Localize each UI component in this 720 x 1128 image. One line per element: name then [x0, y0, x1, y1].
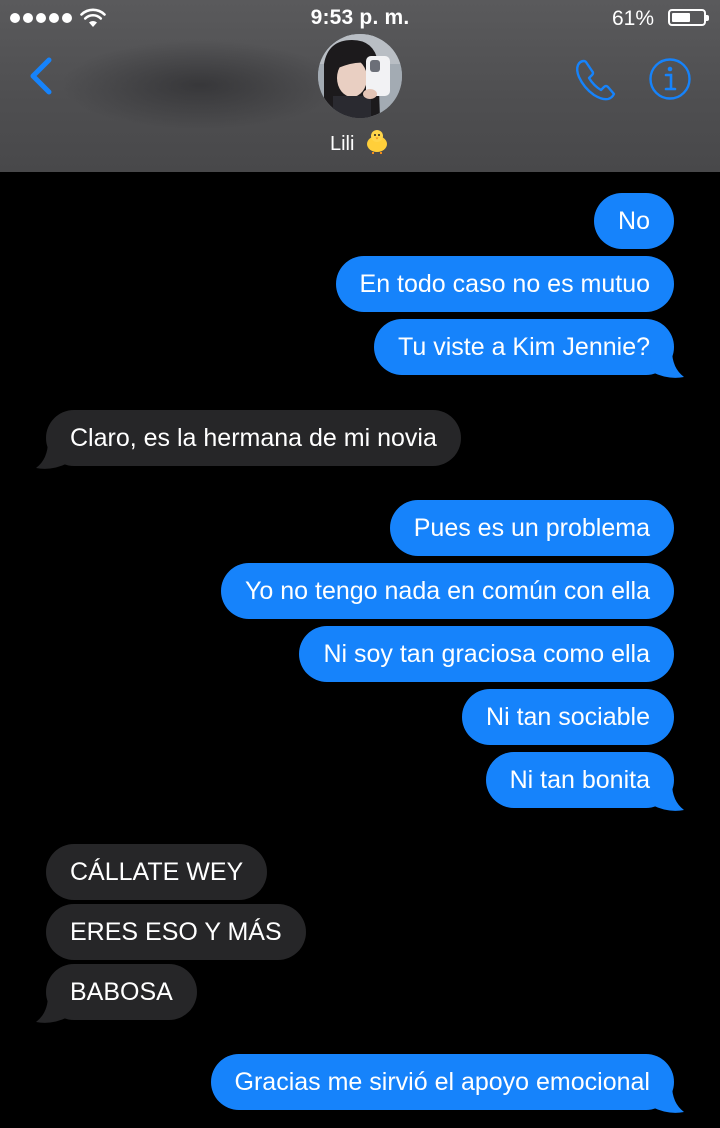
sent-message[interactable]: Pues es un problema [389, 500, 674, 556]
received-bubble-tail [36, 995, 70, 1023]
sent-message[interactable]: Ni soy tan graciosa como ella [299, 626, 674, 682]
received-message[interactable]: Claro, es la hermana de mi novia [46, 410, 461, 466]
sent-message[interactable]: No [594, 193, 674, 249]
sent-bubble-tail [650, 350, 684, 378]
conversation-header: 9:53 p. m. 61% Lili [0, 0, 720, 172]
sent-message[interactable]: Yo no tengo nada en común con ella [221, 563, 674, 619]
contact-name-text: Lili [329, 133, 355, 155]
contact-avatar[interactable] [318, 34, 402, 118]
info-icon[interactable] [647, 56, 693, 102]
status-bar: 9:53 p. m. 61% [0, 0, 720, 36]
battery-percent: 61% [611, 7, 654, 30]
phone-icon[interactable] [572, 56, 620, 104]
received-bubble-tail [36, 441, 70, 469]
sent-message[interactable]: Tu viste a Kim Jennie? [374, 319, 674, 375]
sent-message[interactable]: Gracias me sirvió el apoyo emocional [210, 1054, 674, 1110]
sent-bubble-tail [650, 783, 684, 811]
sent-bubble-tail [650, 1085, 684, 1113]
messages-screen: 9:53 p. m. 61% Lili No En todo caso no e… [0, 0, 720, 1128]
received-message[interactable]: ERES ESO Y MÁS [46, 904, 306, 960]
sent-message[interactable]: Ni tan sociable [462, 689, 674, 745]
battery-icon [668, 9, 709, 26]
back-chevron-icon[interactable] [22, 54, 62, 98]
sent-message[interactable]: Ni tan bonita [485, 752, 674, 808]
contact-name[interactable]: Lili [0, 128, 720, 156]
chick-icon [367, 130, 387, 154]
sent-message[interactable]: En todo caso no es mutuo [335, 256, 674, 312]
received-message[interactable]: CÁLLATE WEY [46, 844, 268, 900]
